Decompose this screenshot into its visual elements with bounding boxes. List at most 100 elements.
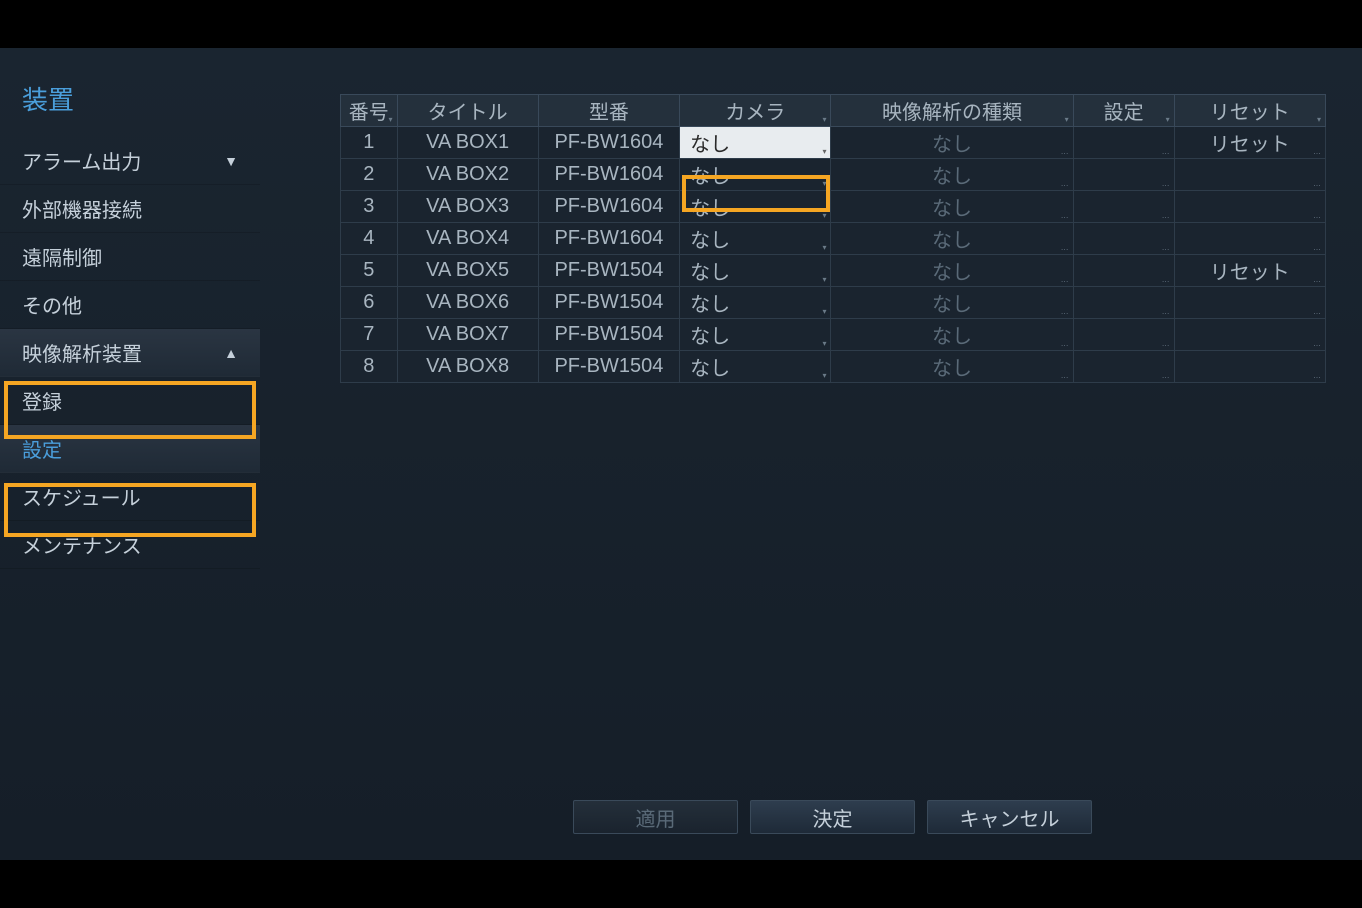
sidebar-item-maintenance[interactable]: メンテナンス	[0, 521, 260, 569]
chevron-down-icon: ▼	[224, 153, 238, 169]
more-mark-icon: …	[1061, 179, 1069, 188]
sidebar-item-settings[interactable]: 設定	[0, 425, 260, 473]
camera-dropdown[interactable]: なし▾	[680, 287, 831, 319]
more-mark-icon: …	[1061, 243, 1069, 252]
more-mark-icon: …	[1061, 147, 1069, 156]
sidebar-item-label: 設定	[22, 434, 62, 463]
th-num[interactable]: 番号▾	[341, 95, 398, 127]
cell-type: なし…	[831, 255, 1073, 287]
cell-num: 3	[341, 191, 398, 223]
sidebar-item-label: その他	[22, 290, 82, 319]
more-mark-icon: …	[1313, 147, 1321, 156]
camera-dropdown[interactable]: なし▾	[680, 127, 831, 159]
more-mark-icon: …	[1061, 339, 1069, 348]
more-mark-icon: …	[1162, 179, 1170, 188]
th-type[interactable]: 映像解析の種類▾	[831, 95, 1073, 127]
reset-button[interactable]: リセット…	[1174, 127, 1325, 159]
camera-dropdown[interactable]: なし▾	[680, 255, 831, 287]
footer-buttons: 適用 決定 キャンセル	[573, 800, 1092, 834]
cell-model: PF-BW1604	[538, 191, 679, 223]
cell-settings[interactable]: …	[1073, 319, 1174, 351]
table-row: 6VA BOX6PF-BW1504なし▾なし………	[341, 287, 1326, 319]
sidebar-item-schedule[interactable]: スケジュール	[0, 473, 260, 521]
more-mark-icon: …	[1061, 275, 1069, 284]
cell-num: 4	[341, 223, 398, 255]
camera-dropdown[interactable]: なし▾	[680, 191, 831, 223]
th-settings[interactable]: 設定▾	[1073, 95, 1174, 127]
cell-type: なし…	[831, 319, 1073, 351]
sort-mark-icon: ▾	[1065, 115, 1069, 124]
reset-button: …	[1174, 287, 1325, 319]
more-mark-icon: …	[1313, 211, 1321, 220]
more-mark-icon: …	[1162, 211, 1170, 220]
cell-type: なし…	[831, 287, 1073, 319]
camera-dropdown[interactable]: なし▾	[680, 319, 831, 351]
sidebar-item-external-device[interactable]: 外部機器接続	[0, 185, 260, 233]
reset-button: …	[1174, 191, 1325, 223]
sort-mark-icon: ▾	[1317, 115, 1321, 124]
chevron-down-icon: ▾	[822, 179, 826, 188]
sidebar-item-alarm-output[interactable]: アラーム出力 ▼	[0, 137, 260, 185]
camera-dropdown[interactable]: なし▾	[680, 223, 831, 255]
th-reset[interactable]: リセット▾	[1174, 95, 1325, 127]
table-row: 3VA BOX3PF-BW1604なし▾なし………	[341, 191, 1326, 223]
sort-mark-icon: ▾	[389, 115, 393, 124]
cell-model: PF-BW1604	[538, 159, 679, 191]
table-row: 1VA BOX1PF-BW1604なし▾なし……リセット…	[341, 127, 1326, 159]
more-mark-icon: …	[1313, 307, 1321, 316]
apply-button: 適用	[573, 800, 738, 834]
cell-num: 6	[341, 287, 398, 319]
sidebar-item-label: アラーム出力	[22, 146, 141, 175]
th-camera[interactable]: カメラ▾	[680, 95, 831, 127]
cell-num: 5	[341, 255, 398, 287]
cell-title: VA BOX6	[397, 287, 538, 319]
sidebar-item-other[interactable]: その他	[0, 281, 260, 329]
cell-settings[interactable]: …	[1073, 127, 1174, 159]
more-mark-icon: …	[1162, 307, 1170, 316]
table-row: 7VA BOX7PF-BW1504なし▾なし………	[341, 319, 1326, 351]
chevron-up-icon: ▲	[224, 345, 238, 361]
th-title[interactable]: タイトル	[397, 95, 538, 127]
settings-window: 装置 アラーム出力 ▼ 外部機器接続 遠隔制御 その他 映像解析装置 ▲ 登録 …	[0, 48, 1362, 860]
chevron-down-icon: ▾	[822, 243, 826, 252]
cell-type: なし…	[831, 223, 1073, 255]
reset-button[interactable]: リセット…	[1174, 255, 1325, 287]
more-mark-icon: …	[1061, 307, 1069, 316]
sidebar-item-remote-control[interactable]: 遠隔制御	[0, 233, 260, 281]
more-mark-icon: …	[1313, 179, 1321, 188]
camera-dropdown[interactable]: なし▾	[680, 159, 831, 191]
sidebar-item-video-analytics-device[interactable]: 映像解析装置 ▲	[0, 329, 260, 377]
more-mark-icon: …	[1313, 371, 1321, 380]
chevron-down-icon: ▾	[822, 371, 826, 380]
sidebar-item-label: メンテナンス	[22, 530, 142, 559]
cell-type: なし…	[831, 127, 1073, 159]
camera-dropdown[interactable]: なし▾	[680, 351, 831, 383]
sidebar-item-label: スケジュール	[22, 482, 141, 511]
cell-settings[interactable]: …	[1073, 255, 1174, 287]
more-mark-icon: …	[1313, 243, 1321, 252]
cell-title: VA BOX5	[397, 255, 538, 287]
more-mark-icon: …	[1313, 275, 1321, 284]
chevron-down-icon: ▾	[822, 275, 826, 284]
cancel-button[interactable]: キャンセル	[927, 800, 1092, 834]
more-mark-icon: …	[1162, 371, 1170, 380]
cell-model: PF-BW1604	[538, 223, 679, 255]
cell-title: VA BOX1	[397, 127, 538, 159]
cell-settings[interactable]: …	[1073, 223, 1174, 255]
cell-settings[interactable]: …	[1073, 159, 1174, 191]
cell-type: なし…	[831, 159, 1073, 191]
sidebar-item-register[interactable]: 登録	[0, 377, 260, 425]
th-model[interactable]: 型番	[538, 95, 679, 127]
ok-button[interactable]: 決定	[750, 800, 915, 834]
sort-mark-icon: ▾	[822, 115, 826, 124]
more-mark-icon: …	[1162, 243, 1170, 252]
cell-num: 1	[341, 127, 398, 159]
cell-num: 2	[341, 159, 398, 191]
cell-settings[interactable]: …	[1073, 351, 1174, 383]
more-mark-icon: …	[1162, 275, 1170, 284]
table-row: 5VA BOX5PF-BW1504なし▾なし……リセット…	[341, 255, 1326, 287]
cell-settings[interactable]: …	[1073, 287, 1174, 319]
cell-settings[interactable]: …	[1073, 191, 1174, 223]
more-mark-icon: …	[1313, 339, 1321, 348]
reset-button: …	[1174, 319, 1325, 351]
